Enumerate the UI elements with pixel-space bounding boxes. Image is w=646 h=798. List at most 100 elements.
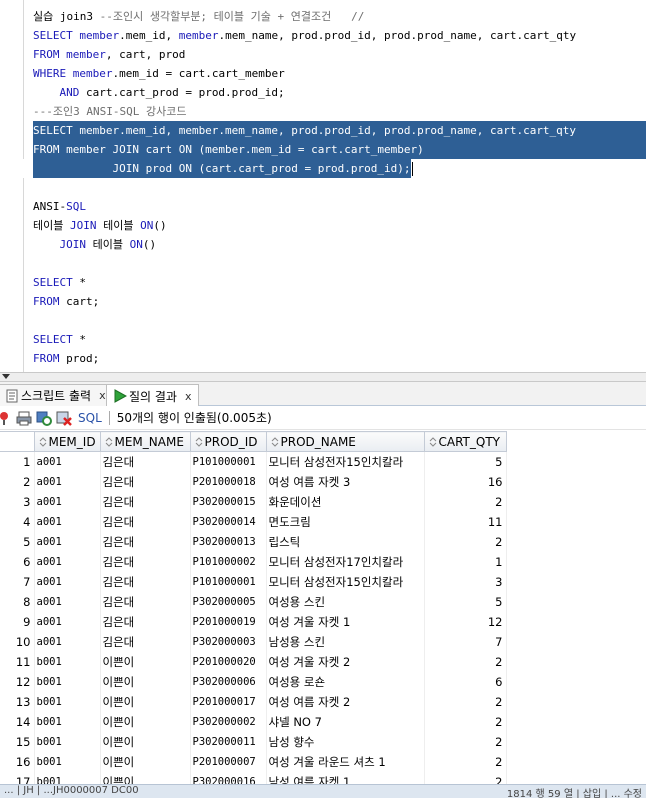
- cart-qty-cell[interactable]: 7: [424, 631, 507, 652]
- prod-name-cell[interactable]: 샤넬 NO 7: [266, 711, 425, 732]
- editor-code[interactable]: 실습 join3 --조인시 생각할부분; 테이블 기술 + 연결조건 //SE…: [0, 7, 646, 368]
- prod-name-cell[interactable]: 여성용 로숀: [266, 671, 425, 692]
- prod-name-cell[interactable]: 남성 여름 자켓 1: [266, 771, 425, 784]
- cart-qty-cell[interactable]: 3: [424, 571, 507, 592]
- mem-name-cell[interactable]: 이쁜이: [100, 651, 191, 672]
- prod-id-cell[interactable]: P101000002: [190, 551, 267, 572]
- column-header-prod-name[interactable]: PROD_NAME: [265, 431, 425, 452]
- prod-id-cell[interactable]: P302000002: [190, 711, 267, 732]
- mem-name-cell[interactable]: 김은대: [100, 531, 191, 552]
- code-line[interactable]: JOIN prod ON (cart.cart_prod = prod.prod…: [0, 159, 646, 178]
- close-icon[interactable]: x: [99, 389, 106, 402]
- cart-qty-cell[interactable]: 11: [424, 511, 507, 532]
- prod-id-cell[interactable]: P201000020: [190, 651, 267, 672]
- prod-name-cell[interactable]: 여성용 스킨: [266, 591, 425, 612]
- table-row[interactable]: 6 a001 김은대 P101000002 모니터 삼성전자17인치칼라 1: [0, 551, 507, 572]
- prod-name-cell[interactable]: 모니터 삼성전자17인치칼라: [266, 551, 425, 572]
- panel-splitter[interactable]: [0, 372, 646, 382]
- code-line[interactable]: 테이블 JOIN 테이블 ON(): [0, 216, 646, 235]
- table-row[interactable]: 5 a001 김은대 P302000013 립스틱 2: [0, 531, 507, 552]
- mem-name-cell[interactable]: 김은대: [100, 631, 191, 652]
- cart-qty-cell[interactable]: 2: [424, 651, 507, 672]
- sql-link[interactable]: SQL: [78, 411, 102, 425]
- code-line[interactable]: ---조인3 ANSI-SQL 강사코드: [0, 102, 646, 121]
- table-row[interactable]: 4 a001 김은대 P302000014 면도크림 11: [0, 511, 507, 532]
- mem-id-cell[interactable]: a001: [34, 491, 101, 512]
- mem-name-cell[interactable]: 이쁜이: [100, 691, 191, 712]
- column-header-mem-id[interactable]: MEM_ID: [33, 431, 101, 452]
- prod-id-cell[interactable]: P201000018: [190, 471, 267, 492]
- prod-id-cell[interactable]: P302000003: [190, 631, 267, 652]
- mem-id-cell[interactable]: b001: [34, 711, 101, 732]
- mem-id-cell[interactable]: b001: [34, 731, 101, 752]
- pin-icon[interactable]: [0, 410, 12, 426]
- prod-name-cell[interactable]: 립스틱: [266, 531, 425, 552]
- code-line[interactable]: FROM member JOIN cart ON (member.mem_id …: [0, 140, 646, 159]
- mem-id-cell[interactable]: a001: [34, 631, 101, 652]
- mem-name-cell[interactable]: 김은대: [100, 571, 191, 592]
- mem-id-cell[interactable]: a001: [34, 511, 101, 532]
- cart-qty-cell[interactable]: 2: [424, 491, 507, 512]
- prod-name-cell[interactable]: 여성 겨울 자켓 1: [266, 611, 425, 632]
- mem-name-cell[interactable]: 이쁜이: [100, 771, 191, 784]
- cart-qty-cell[interactable]: 5: [424, 451, 507, 472]
- tab-script-output[interactable]: 스크립트 출력 x: [0, 384, 113, 406]
- code-line[interactable]: [0, 311, 646, 330]
- mem-id-cell[interactable]: a001: [34, 591, 101, 612]
- column-header-cart-qty[interactable]: CART_QTY: [423, 431, 507, 452]
- mem-name-cell[interactable]: 김은대: [100, 591, 191, 612]
- mem-name-cell[interactable]: 김은대: [100, 451, 191, 472]
- cart-qty-cell[interactable]: 2: [424, 711, 507, 732]
- prod-id-cell[interactable]: P302000006: [190, 671, 267, 692]
- cart-qty-cell[interactable]: 2: [424, 771, 507, 784]
- cart-qty-cell[interactable]: 2: [424, 751, 507, 772]
- code-line[interactable]: ANSI-SQL: [0, 197, 646, 216]
- table-row[interactable]: 1 a001 김은대 P101000001 모니터 삼성전자15인치칼라 5: [0, 451, 507, 472]
- prod-name-cell[interactable]: 여성 여름 자켓 2: [266, 691, 425, 712]
- tab-query-result[interactable]: 질의 결과 x: [106, 384, 199, 407]
- delete-icon[interactable]: [56, 410, 72, 426]
- mem-id-cell[interactable]: a001: [34, 531, 101, 552]
- table-row[interactable]: 16 b001 이쁜이 P201000007 여성 겨울 라운드 셔츠 12: [0, 751, 507, 772]
- table-row[interactable]: 9 a001 김은대 P201000019 여성 겨울 자켓 1 12: [0, 611, 507, 632]
- print-icon[interactable]: [16, 410, 32, 426]
- mem-id-cell[interactable]: a001: [34, 451, 101, 472]
- mem-id-cell[interactable]: b001: [34, 691, 101, 712]
- code-line[interactable]: [0, 178, 646, 197]
- mem-id-cell[interactable]: b001: [34, 651, 101, 672]
- prod-id-cell[interactable]: P302000014: [190, 511, 267, 532]
- prod-name-cell[interactable]: 여성 겨울 자켓 2: [266, 651, 425, 672]
- cart-qty-cell[interactable]: 12: [424, 611, 507, 632]
- mem-name-cell[interactable]: 이쁜이: [100, 751, 191, 772]
- mem-name-cell[interactable]: 김은대: [100, 551, 191, 572]
- code-line[interactable]: SELECT *: [0, 330, 646, 349]
- close-icon[interactable]: x: [185, 390, 192, 403]
- prod-name-cell[interactable]: 남성 향수: [266, 731, 425, 752]
- code-line[interactable]: WHERE member.mem_id = cart.cart_member: [0, 64, 646, 83]
- table-row[interactable]: 7 a001 김은대 P101000001 모니터 삼성전자15인치칼라 3: [0, 571, 507, 592]
- prod-id-cell[interactable]: P302000013: [190, 531, 267, 552]
- code-line[interactable]: AND cart.cart_prod = prod.prod_id;: [0, 83, 646, 102]
- cart-qty-cell[interactable]: 2: [424, 731, 507, 752]
- code-line[interactable]: 실습 join3 --조인시 생각할부분; 테이블 기술 + 연결조건 //: [0, 7, 646, 26]
- code-line[interactable]: SELECT *: [0, 273, 646, 292]
- cart-qty-cell[interactable]: 6: [424, 671, 507, 692]
- column-header-mem-name[interactable]: MEM_NAME: [99, 431, 191, 452]
- prod-name-cell[interactable]: 여성 겨울 라운드 셔츠 1: [266, 751, 425, 772]
- mem-id-cell[interactable]: a001: [34, 471, 101, 492]
- table-row[interactable]: 11 b001 이쁜이 P201000020 여성 겨울 자켓 22: [0, 651, 507, 672]
- cart-qty-cell[interactable]: 2: [424, 691, 507, 712]
- cart-qty-cell[interactable]: 1: [424, 551, 507, 572]
- mem-name-cell[interactable]: 김은대: [100, 611, 191, 632]
- mem-name-cell[interactable]: 이쁜이: [100, 731, 191, 752]
- table-row[interactable]: 13 b001 이쁜이 P201000017 여성 여름 자켓 22: [0, 691, 507, 712]
- mem-id-cell[interactable]: b001: [34, 751, 101, 772]
- mem-name-cell[interactable]: 김은대: [100, 491, 191, 512]
- mem-name-cell[interactable]: 이쁜이: [100, 671, 191, 692]
- table-row[interactable]: 15 b001 이쁜이 P302000011 남성 향수 2: [0, 731, 507, 752]
- column-header-prod-id[interactable]: PROD_ID: [189, 431, 267, 452]
- cart-qty-cell[interactable]: 5: [424, 591, 507, 612]
- cart-qty-cell[interactable]: 16: [424, 471, 507, 492]
- code-line[interactable]: JOIN 테이블 ON(): [0, 235, 646, 254]
- code-line[interactable]: SELECT member.mem_id, member.mem_name, p…: [0, 26, 646, 45]
